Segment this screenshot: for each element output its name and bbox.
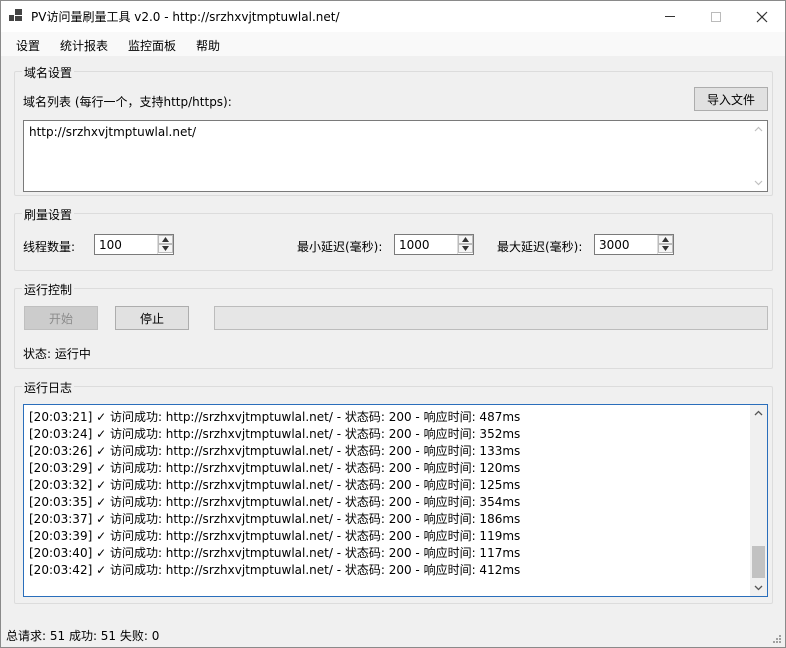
min-delay-stepper[interactable]: 1000 [394, 234, 474, 255]
domain-list-text: http://srzhxvjtmptuwlal.net/ [29, 125, 197, 139]
menu-reports[interactable]: 统计报表 [60, 37, 108, 54]
minimize-icon [665, 16, 675, 17]
log-line: [20:03:32] ✓ 访问成功: http://srzhxvjtmptuwl… [29, 478, 521, 492]
chevron-down-icon [162, 246, 169, 251]
chevron-down-icon [662, 246, 669, 251]
log-scrollbar[interactable] [750, 405, 767, 596]
log-line: [20:03:29] ✓ 访问成功: http://srzhxvjtmptuwl… [29, 461, 521, 475]
run-control-group: 运行控制 开始 停止 状态: 运行中 [14, 281, 773, 369]
chevron-up-icon [662, 237, 669, 242]
log-scrollbar-thumb[interactable] [752, 546, 765, 578]
status-bar: 总请求: 51 成功: 51 失败: 0 [1, 623, 785, 647]
min-delay-up-button[interactable] [458, 235, 473, 244]
domain-settings-group: 域名设置 域名列表 (每行一个，支持http/https): 导入文件 http… [14, 64, 773, 196]
log-line: [20:03:24] ✓ 访问成功: http://srzhxvjtmptuwl… [29, 427, 521, 441]
chevron-up-icon [462, 237, 469, 242]
log-line: [20:03:37] ✓ 访问成功: http://srzhxvjtmptuwl… [29, 512, 521, 526]
max-delay-stepper[interactable]: 3000 [594, 234, 674, 255]
resize-grip-icon[interactable] [771, 633, 781, 643]
chevron-down-icon[interactable] [750, 174, 767, 191]
domain-list-scrollbar[interactable] [750, 121, 767, 191]
app-icon [9, 9, 23, 23]
max-delay-label: 最大延迟(毫秒): [497, 240, 583, 254]
menu-help[interactable]: 帮助 [196, 37, 220, 54]
log-textarea[interactable]: [20:03:21] ✓ 访问成功: http://srzhxvjtmptuwl… [23, 404, 768, 597]
max-delay-down-button[interactable] [658, 244, 673, 253]
run-control-title: 运行控制 [22, 281, 75, 298]
chevron-down-icon [462, 246, 469, 251]
min-delay-value: 1000 [399, 238, 430, 252]
maximize-button[interactable] [693, 1, 739, 32]
log-line: [20:03:21] ✓ 访问成功: http://srzhxvjtmptuwl… [29, 410, 521, 424]
stop-button[interactable]: 停止 [115, 306, 189, 330]
title-bar[interactable]: PV访问量刷量工具 v2.0 - http://srzhxvjtmptuwlal… [1, 1, 785, 32]
import-file-button[interactable]: 导入文件 [694, 87, 768, 111]
close-icon [756, 11, 768, 22]
max-delay-up-button[interactable] [658, 235, 673, 244]
boost-settings-title: 刷量设置 [22, 206, 75, 223]
menu-monitor[interactable]: 监控面板 [128, 37, 176, 54]
maximize-icon [711, 11, 721, 22]
domain-list-textarea[interactable]: http://srzhxvjtmptuwlal.net/ [23, 120, 768, 192]
threads-label: 线程数量: [23, 240, 76, 254]
log-line: [20:03:26] ✓ 访问成功: http://srzhxvjtmptuwl… [29, 444, 521, 458]
threads-stepper[interactable]: 100 [94, 234, 174, 255]
boost-settings-group: 刷量设置 线程数量: 100 最小延迟(毫秒): 1000 最大延迟(毫秒): … [14, 206, 773, 271]
log-group: 运行日志 [20:03:21] ✓ 访问成功: http://srzhxvjtm… [14, 379, 773, 604]
min-delay-label: 最小延迟(毫秒): [297, 240, 383, 254]
menu-settings[interactable]: 设置 [16, 37, 40, 54]
max-delay-value: 3000 [599, 238, 630, 252]
log-line: [20:03:42] ✓ 访问成功: http://srzhxvjtmptuwl… [29, 563, 521, 577]
menu-bar: 设置 统计报表 监控面板 帮助 [1, 32, 785, 56]
close-button[interactable] [739, 1, 785, 32]
main-window: PV访问量刷量工具 v2.0 - http://srzhxvjtmptuwlal… [0, 0, 786, 648]
log-line: [20:03:39] ✓ 访问成功: http://srzhxvjtmptuwl… [29, 529, 521, 543]
chevron-up-icon[interactable] [750, 121, 767, 138]
threads-value: 100 [99, 238, 122, 252]
domain-list-label: 域名列表 (每行一个，支持http/https): [23, 95, 232, 109]
status-text: 状态: 运行中 [23, 347, 91, 361]
window-title: PV访问量刷量工具 v2.0 - http://srzhxvjtmptuwlal… [31, 10, 340, 24]
min-delay-down-button[interactable] [458, 244, 473, 253]
start-button[interactable]: 开始 [24, 306, 98, 330]
domain-settings-title: 域名设置 [22, 64, 75, 81]
threads-down-button[interactable] [158, 244, 173, 253]
chevron-down-icon[interactable] [750, 579, 767, 596]
minimize-button[interactable] [647, 1, 693, 32]
progress-bar [214, 306, 768, 330]
chevron-up-icon [162, 237, 169, 242]
threads-up-button[interactable] [158, 235, 173, 244]
log-line: [20:03:35] ✓ 访问成功: http://srzhxvjtmptuwl… [29, 495, 521, 509]
chevron-up-icon[interactable] [750, 405, 767, 422]
status-bar-text: 总请求: 51 成功: 51 失败: 0 [6, 629, 160, 643]
log-title: 运行日志 [22, 379, 75, 396]
log-line: [20:03:40] ✓ 访问成功: http://srzhxvjtmptuwl… [29, 546, 521, 560]
